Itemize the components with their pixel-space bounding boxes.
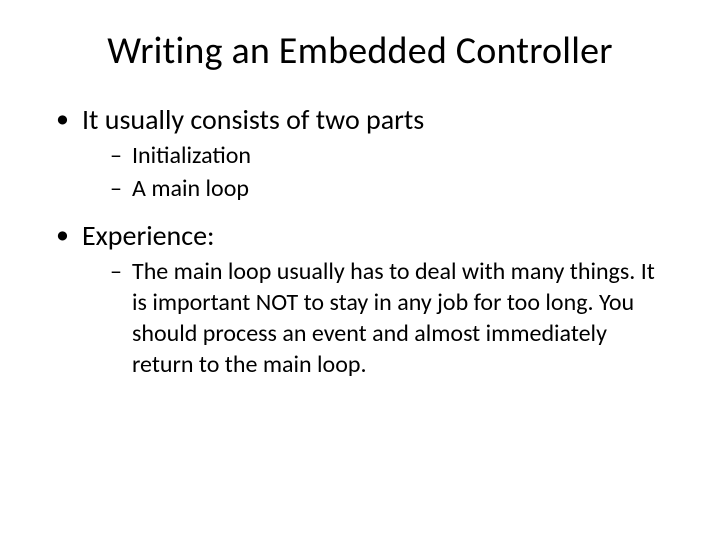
slide: Writing an Embedded Controller It usuall… [0,0,720,540]
sub-list: The main loop usually has to deal with m… [82,257,672,380]
list-item-text: A main loop [132,174,249,203]
list-item: A main loop [110,174,672,205]
list-item: The main loop usually has to deal with m… [110,257,672,380]
bullet-list: It usually consists of two parts Initial… [48,102,672,380]
sub-list: Initialization A main loop [82,141,672,204]
list-item-text: Initialization [132,141,251,170]
list-item: It usually consists of two parts Initial… [56,102,672,204]
slide-title: Writing an Embedded Controller [48,28,672,74]
list-item-text: It usually consists of two parts [82,102,424,137]
list-item-text: The main loop usually has to deal with m… [132,257,655,378]
list-item: Experience: The main loop usually has to… [56,218,672,380]
list-item-text: Experience: [82,218,215,253]
list-item: Initialization [110,141,672,172]
